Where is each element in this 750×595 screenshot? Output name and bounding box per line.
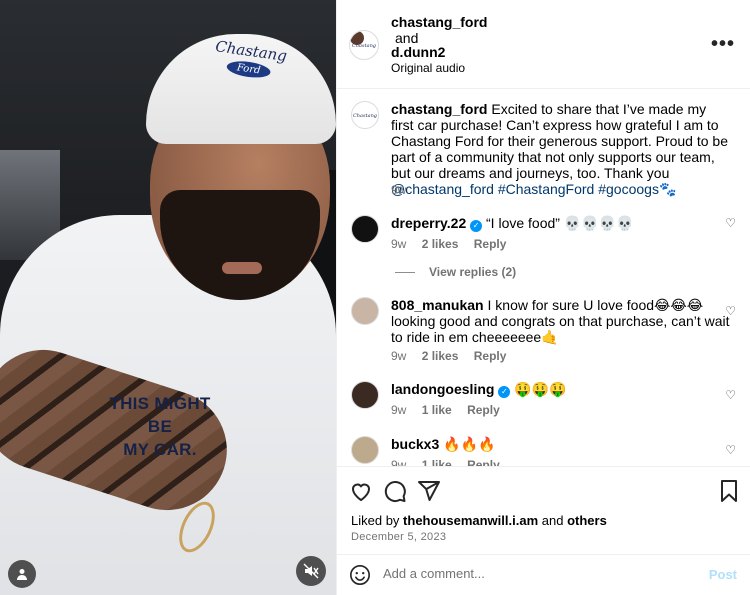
video-caption: THIS MIGHT BE MY CAR. (95, 392, 225, 461)
comment-likes[interactable]: 1 like (422, 403, 452, 417)
caption-avatar[interactable]: Chastang (351, 101, 379, 129)
comment-username[interactable]: buckx3 (391, 436, 439, 452)
comment-body: “I love food” 💀💀💀💀 (482, 215, 634, 231)
comment-input[interactable] (383, 566, 683, 581)
coauthor-avatar-mini (350, 31, 364, 45)
comment-meta: 9w 1 like Reply (391, 403, 512, 417)
comments-section[interactable]: Chastang chastang_ford Excited to share … (337, 89, 750, 466)
bookmark-icon[interactable] (717, 479, 741, 503)
comment-username[interactable]: 808_manukan (391, 297, 484, 313)
caption-emoji: 🐾 (658, 181, 677, 197)
comment-avatar[interactable] (351, 215, 379, 243)
video-player[interactable]: Chastang Ford THIS MIGHT BE MY CAR. (0, 0, 336, 595)
caption-hashtags[interactable]: #ChastangFord #gocoogs (494, 181, 659, 197)
audio-link[interactable]: Original audio (391, 61, 465, 75)
coauthor-username[interactable]: d.dunn2 (391, 44, 445, 60)
caption-time[interactable]: 9w (391, 183, 406, 197)
reply-button[interactable]: Reply (467, 403, 500, 417)
comment-time[interactable]: 9w (391, 349, 406, 363)
comment-body: 🔥🔥🔥 (439, 436, 496, 452)
comment-meta: 9w 2 likes Reply (391, 237, 518, 251)
tagged-users-button[interactable] (8, 560, 36, 588)
comment-username[interactable]: landongoesling (391, 381, 494, 397)
comment-avatar[interactable] (351, 436, 379, 464)
comment-body: 🤑🤑🤑 (510, 381, 567, 397)
liked-prefix: Liked by (351, 513, 404, 528)
reply-button[interactable]: Reply (467, 458, 500, 466)
liked-mid: and (538, 513, 568, 528)
person-mouth (222, 262, 262, 274)
person-icon (17, 569, 27, 580)
comment-likes[interactable]: 2 likes (422, 349, 459, 363)
comment-time[interactable]: 9w (391, 458, 406, 466)
author-username[interactable]: chastang_ford (391, 14, 487, 30)
liked-by-text: Liked by thehousemanwill.i.am and others (351, 513, 607, 528)
post-button[interactable]: Post (709, 567, 737, 582)
heart-icon[interactable]: ♡ (725, 303, 736, 319)
heart-icon[interactable]: ♡ (725, 215, 736, 231)
chastang-logo: Chastang (352, 113, 377, 119)
verified-badge-icon: ✓ (498, 386, 511, 398)
share-icon[interactable] (417, 479, 441, 503)
caption-username[interactable]: chastang_ford (391, 101, 487, 117)
author-avatar[interactable]: Chastang (349, 30, 379, 60)
heart-icon[interactable]: ♡ (725, 442, 736, 458)
comment-time[interactable]: 9w (391, 237, 406, 251)
comment-text: landongoesling ✓ 🤑🤑🤑 (391, 381, 731, 398)
post-actions: Liked by thehousemanwill.i.am and others… (337, 466, 750, 554)
verified-badge-icon: ✓ (470, 220, 483, 232)
emoji-icon[interactable] (349, 564, 371, 586)
mute-button[interactable] (296, 556, 326, 586)
comment-username[interactable]: dreperry.22 (391, 215, 466, 231)
caption-line-2: MY CAR. (123, 440, 197, 459)
comment-text: buckx3 🔥🔥🔥 (391, 436, 731, 452)
liked-user-link[interactable]: thehousemanwill.i.am (403, 513, 538, 528)
liked-others-link[interactable]: others (567, 513, 607, 528)
caption-meta: 9w (391, 183, 418, 197)
caption-line-1: THIS MIGHT BE (109, 394, 211, 436)
more-options-icon[interactable]: ••• (711, 33, 735, 56)
view-replies-button[interactable]: View replies (2) (397, 265, 516, 279)
reply-button[interactable]: Reply (474, 237, 507, 251)
reply-button[interactable]: Reply (474, 349, 507, 363)
comment-avatar[interactable] (351, 297, 379, 325)
heart-icon[interactable] (349, 479, 373, 503)
post-side-panel: Chastang chastang_ford and d.dunn2 Origi… (336, 0, 750, 595)
comment-meta: 9w 1 like Reply (391, 458, 512, 466)
comment-text: 808_manukan I know for sure U love food😂… (391, 297, 731, 345)
caption-text: chastang_ford Excited to share that I’ve… (391, 101, 731, 197)
muted-speaker-icon (303, 563, 319, 579)
post-date[interactable]: December 5, 2023 (351, 531, 446, 543)
add-comment-bar: Post (337, 554, 750, 595)
comment-avatar[interactable] (351, 381, 379, 409)
comment-likes[interactable]: 2 likes (422, 237, 459, 251)
post-header: Chastang chastang_ford and d.dunn2 Origi… (337, 0, 750, 89)
comment-icon[interactable] (383, 479, 407, 503)
comment-likes[interactable]: 1 like (422, 458, 452, 466)
comment-text: dreperry.22 ✓ “I love food” 💀💀💀💀 (391, 215, 731, 232)
comment-meta: 9w 2 likes Reply (391, 349, 518, 363)
heart-icon[interactable]: ♡ (725, 387, 736, 403)
comment-time[interactable]: 9w (391, 403, 406, 417)
